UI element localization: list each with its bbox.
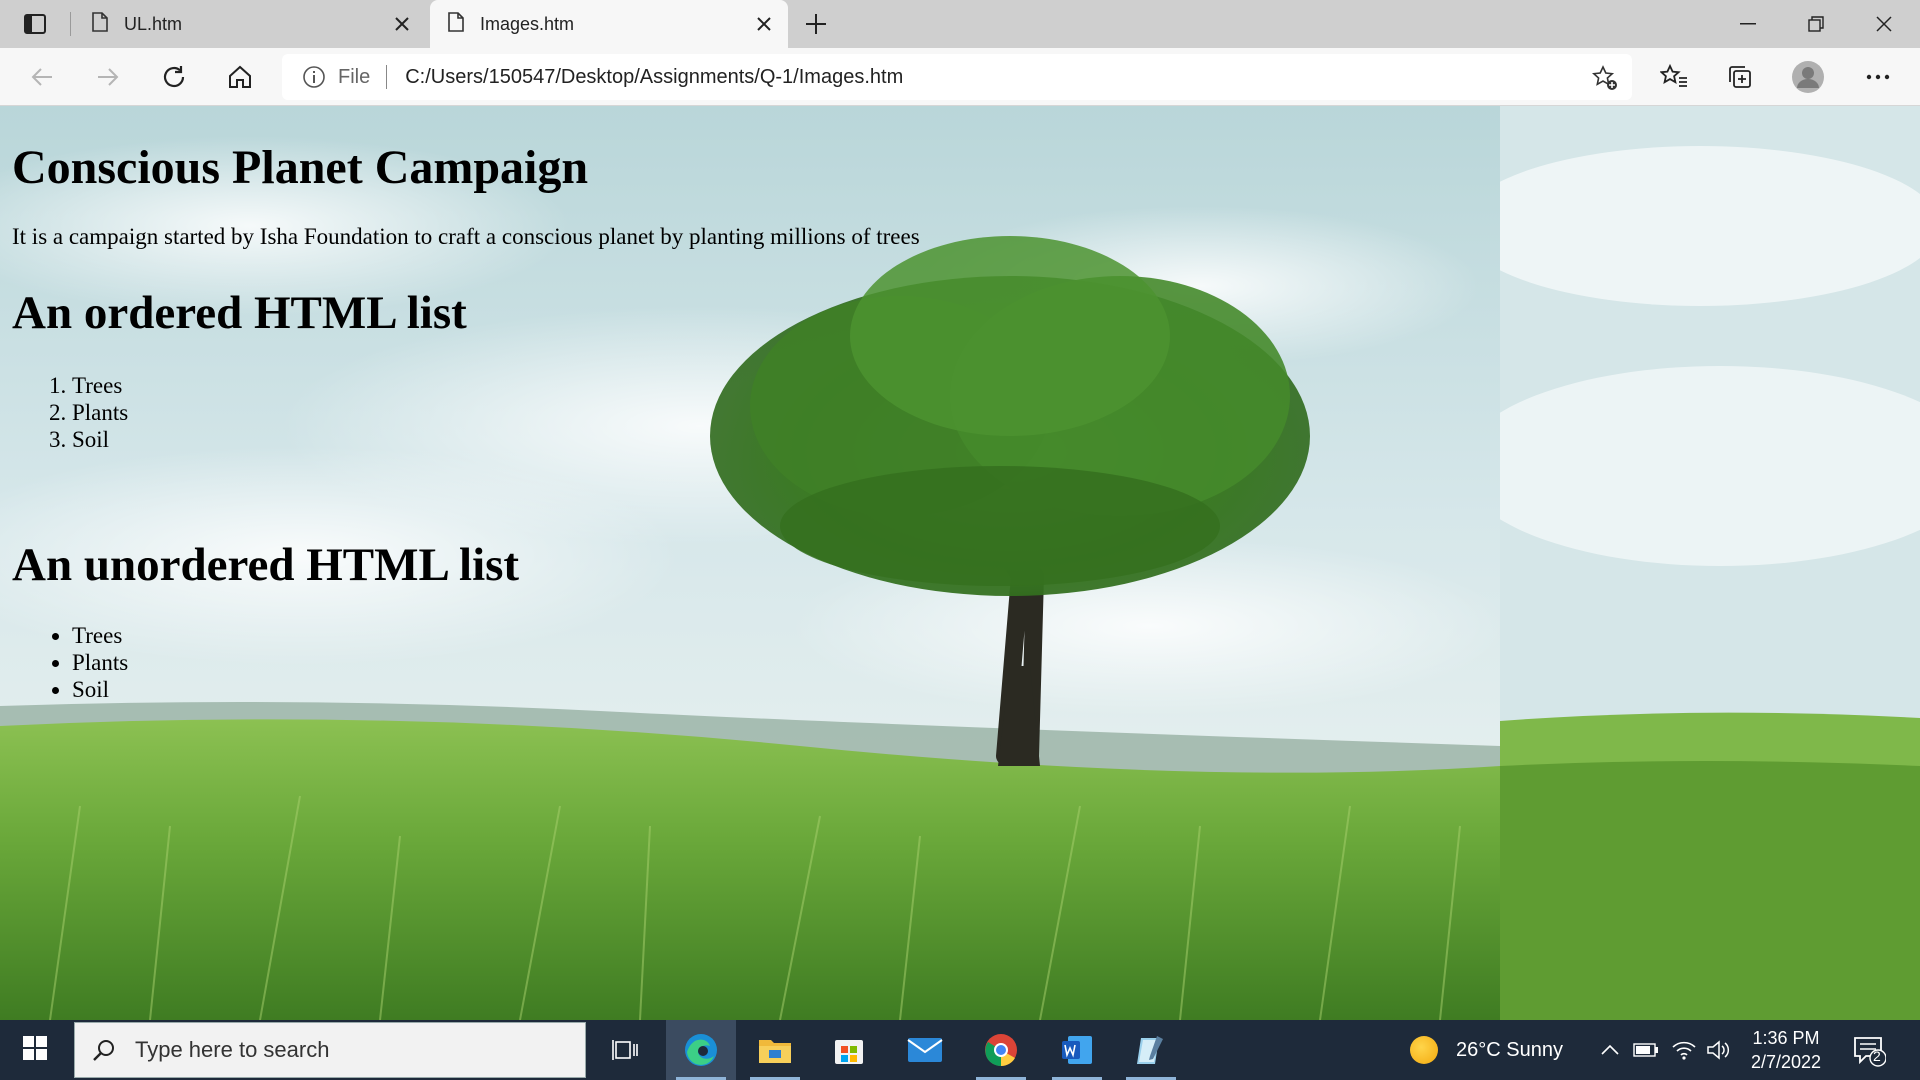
weather-text: 26°C Sunny (1456, 1038, 1563, 1061)
forward-icon[interactable] (88, 58, 128, 96)
restore-icon[interactable] (1782, 0, 1850, 48)
profile-avatar-icon[interactable] (1788, 58, 1828, 96)
tab-ul[interactable]: UL.htm (74, 0, 426, 48)
more-options-icon[interactable] (1858, 58, 1898, 96)
ordered-list: Trees Plants Soil (72, 372, 128, 453)
taskbar-search-box[interactable]: Type here to search (74, 1022, 586, 1078)
microsoft-store-icon[interactable] (814, 1020, 884, 1080)
sun-icon (1410, 1036, 1438, 1064)
notification-center-icon[interactable]: 2 (1852, 1034, 1887, 1068)
scheme-label: File (338, 65, 371, 88)
home-icon[interactable] (220, 58, 260, 96)
refresh-icon[interactable] (154, 58, 194, 96)
intro-paragraph: It is a campaign started by Isha Foundat… (12, 224, 920, 249)
page-viewport: Conscious Planet Campaign It is a campai… (0, 106, 1920, 1020)
search-icon (89, 1035, 119, 1065)
windows-logo-icon (23, 1035, 47, 1065)
file-explorer-icon[interactable] (740, 1020, 810, 1080)
page-icon (92, 11, 108, 37)
favorites-icon[interactable] (1654, 58, 1694, 96)
search-placeholder: Type here to search (135, 1037, 330, 1062)
wifi-icon[interactable] (1670, 1036, 1698, 1064)
tab-separator (70, 12, 71, 36)
list-item: Plants (72, 399, 128, 426)
chevron-up-icon[interactable] (1596, 1036, 1624, 1064)
address-divider (386, 65, 388, 89)
minimize-icon[interactable] (1714, 0, 1782, 48)
list-item: Soil (72, 676, 128, 703)
edge-taskbar-icon[interactable] (666, 1020, 736, 1080)
notification-count: 2 (1873, 1048, 1881, 1064)
address-bar[interactable]: File C:/Users/150547/Desktop/Assignments… (282, 54, 1632, 100)
volume-icon[interactable] (1704, 1036, 1732, 1064)
url-text[interactable]: C:/Users/150547/Desktop/Assignments/Q-1/… (405, 66, 903, 89)
start-button[interactable] (0, 1020, 70, 1080)
unordered-list-heading: An unordered HTML list (12, 539, 520, 591)
windows-taskbar: Type here to search 26°C Sunny 1:36 PM 2… (0, 1020, 1920, 1080)
list-item: Trees (72, 622, 128, 649)
unordered-list: Trees Plants Soil (72, 622, 128, 703)
close-icon[interactable] (392, 14, 412, 34)
clock-time: 1:36 PM (1752, 1028, 1820, 1048)
list-item: Soil (72, 426, 128, 453)
list-item: Trees (72, 372, 128, 399)
word-icon[interactable] (1042, 1020, 1112, 1080)
page-content: Conscious Planet Campaign It is a campai… (0, 106, 1920, 1020)
ordered-list-heading: An ordered HTML list (12, 287, 467, 339)
new-tab-icon[interactable] (800, 10, 832, 38)
window-close-icon[interactable] (1850, 0, 1918, 48)
collections-icon[interactable] (1720, 58, 1760, 96)
tab-title: Images.htm (480, 13, 575, 34)
clock-date: 2/7/2022 (1750, 1052, 1822, 1072)
chrome-icon[interactable] (966, 1020, 1036, 1080)
page-title: Conscious Planet Campaign (12, 141, 589, 194)
list-item: Plants (72, 649, 128, 676)
tab-images[interactable]: Images.htm (430, 0, 788, 48)
tab-actions-icon[interactable] (18, 10, 52, 38)
close-icon[interactable] (754, 14, 774, 34)
notepad-icon[interactable] (1116, 1020, 1186, 1080)
page-icon (448, 11, 464, 37)
mail-icon[interactable] (890, 1020, 960, 1080)
tab-strip: UL.htm Images.htm (0, 0, 1920, 48)
add-favorite-icon[interactable] (1591, 65, 1618, 91)
task-view-icon[interactable] (590, 1020, 660, 1080)
back-icon[interactable] (22, 58, 62, 96)
weather-widget[interactable]: 26°C Sunny (1410, 1020, 1563, 1080)
system-clock[interactable]: 1:36 PM 2/7/2022 (1736, 1026, 1836, 1074)
info-icon[interactable] (302, 65, 326, 89)
browser-toolbar: File C:/Users/150547/Desktop/Assignments… (0, 48, 1920, 106)
battery-icon[interactable] (1632, 1036, 1660, 1064)
tab-title: UL.htm (124, 13, 183, 34)
